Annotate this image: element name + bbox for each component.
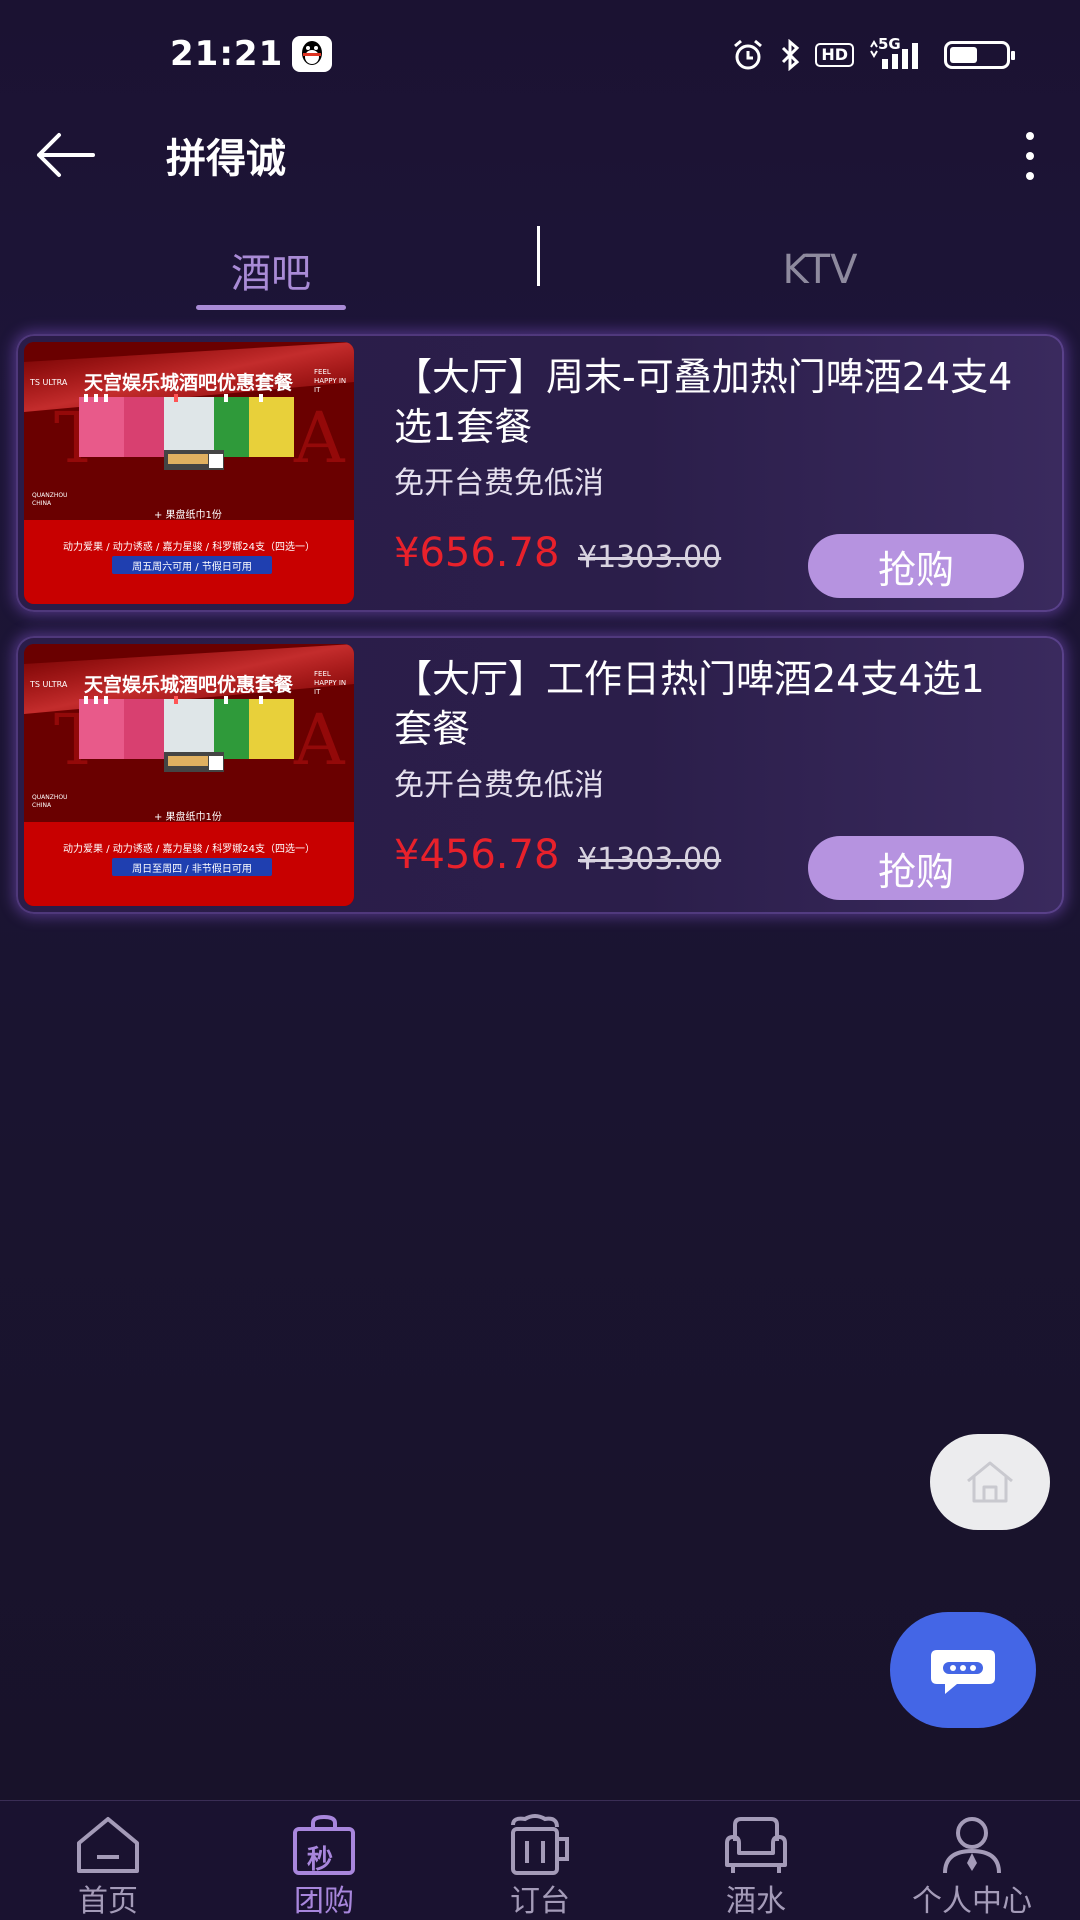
sofa-icon [725, 1816, 787, 1873]
product-price: ¥656.78 [394, 530, 560, 576]
nav-label: 订台 [510, 1884, 570, 1919]
tab-bar[interactable]: 酒吧 [196, 230, 346, 310]
back-button[interactable] [30, 120, 100, 190]
page-title: 拼得诚 [166, 136, 286, 182]
home-nav-icon [77, 1816, 139, 1873]
app-bar: 拼得诚 [0, 110, 1080, 210]
image-snack: + 果盘纸巾1份 [154, 812, 222, 823]
product-card[interactable]: T A TS ULTRA 天宫娱乐城酒吧优惠套餐 FEEL HAPPY IN I… [16, 334, 1064, 612]
image-choices: 动力爱果 / 动力诱惑 / 嘉力星骏 / 科罗娜24支（四选一） [63, 542, 315, 553]
nav-item-profile[interactable]: 个人中心 [864, 1801, 1080, 1920]
buy-button[interactable]: 抢购 [808, 534, 1024, 598]
tab-divider [537, 226, 540, 286]
more-menu-button[interactable] [1000, 116, 1060, 196]
hd-icon: HD [815, 43, 854, 67]
status-bar: 21:21 HD 5G [0, 0, 1080, 110]
svg-text:A: A [293, 397, 346, 479]
active-tab-indicator [196, 305, 346, 310]
alarm-icon [734, 39, 763, 70]
image-days: 周五周六可用 / 节假日可用 [132, 562, 252, 573]
product-card[interactable]: T A TS ULTRA 天宫娱乐城酒吧优惠套餐 FEEL HAPPY IN I… [16, 636, 1064, 914]
floating-home-button[interactable] [930, 1434, 1050, 1530]
svg-text:A: A [293, 699, 346, 781]
nav-item-book-table[interactable]: 订台 [432, 1801, 648, 1920]
product-subtitle: 免开台费免低消 [394, 768, 604, 803]
category-tabs: 酒吧 KTV [0, 220, 1080, 320]
product-image: T A TS ULTRA 天宫娱乐城酒吧优惠套餐 FEEL HAPPY IN I… [24, 644, 354, 906]
nav-label: 酒水 [726, 1884, 786, 1919]
tab-ktv[interactable]: KTV [730, 230, 910, 310]
image-brand: TS ULTRA [30, 378, 68, 387]
back-arrow-icon [37, 133, 95, 177]
user-icon [943, 1816, 1001, 1873]
beer-mug-icon [511, 1813, 569, 1875]
image-side-text: FEEL HAPPY IN IT [314, 368, 347, 394]
nav-item-home[interactable]: 首页 [0, 1801, 216, 1920]
battery-icon [944, 41, 1015, 69]
bottom-navigation: 首页 秒 团购 订台 酒水 个人中心 [0, 1800, 1080, 1920]
status-time: 21:21 [170, 34, 284, 74]
flash-sale-label: 秒 [307, 1845, 334, 1875]
status-icons: HD 5G [731, 35, 1015, 72]
product-subtitle: 免开台费免低消 [394, 466, 604, 501]
product-title: 【大厅】周末-可叠加热门啤酒24支4选1套餐 [394, 355, 1013, 449]
image-headline: 天宫娱乐城酒吧优惠套餐 [84, 372, 294, 394]
home-icon [967, 1461, 1013, 1503]
qq-icon [292, 36, 332, 72]
product-price: ¥456.78 [394, 832, 560, 878]
nav-label: 首页 [78, 1884, 138, 1919]
product-original-price: ¥1303.00 [578, 540, 722, 575]
product-title: 【大厅】工作日热门啤酒24支4选1套餐 [394, 657, 985, 751]
image-location: QUANZHOU CHINA [32, 492, 68, 507]
signal-icon: 5G [868, 35, 930, 71]
nav-item-drinks[interactable]: 酒水 [648, 1801, 864, 1920]
product-image: T A TS ULTRA 天宫娱乐城酒吧优惠套餐 FEEL HAPPY IN I… [24, 342, 354, 604]
product-list: T A TS ULTRA 天宫娱乐城酒吧优惠套餐 FEEL HAPPY IN I… [16, 334, 1064, 938]
more-vertical-icon [1026, 132, 1034, 140]
bluetooth-icon [782, 39, 800, 71]
chat-bubble-icon [931, 1650, 995, 1694]
image-location: QUANZHOU CHINA [32, 794, 68, 809]
image-days: 周日至周四 / 非节假日可用 [132, 864, 252, 875]
image-brand: TS ULTRA [30, 680, 68, 689]
nav-label: 团购 [294, 1884, 354, 1919]
image-choices: 动力爱果 / 动力诱惑 / 嘉力星骏 / 科罗娜24支（四选一） [63, 844, 315, 855]
product-original-price: ¥1303.00 [578, 842, 722, 877]
tab-label: 酒吧 [231, 251, 311, 297]
nav-label: 个人中心 [912, 1884, 1032, 1919]
buy-button[interactable]: 抢购 [808, 836, 1024, 900]
battery-level [950, 47, 977, 63]
nav-item-group-buy[interactable]: 秒 团购 [216, 1801, 432, 1920]
image-side-text: FEEL HAPPY IN IT [314, 670, 347, 696]
floating-chat-button[interactable] [890, 1612, 1036, 1728]
image-snack: + 果盘纸巾1份 [154, 510, 222, 521]
tab-label: KTV [782, 247, 858, 293]
image-headline: 天宫娱乐城酒吧优惠套餐 [84, 674, 294, 696]
